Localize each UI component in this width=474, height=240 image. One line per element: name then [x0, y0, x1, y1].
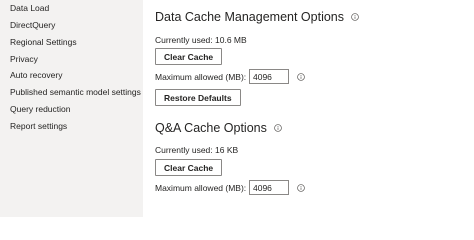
data-cache-clear-button[interactable]: Clear Cache — [155, 48, 223, 65]
sidebar-item-regional-settings[interactable]: Regional Settings — [10, 36, 77, 48]
sidebar-item-query-reduction[interactable]: Query reduction — [10, 103, 70, 115]
qa-cache-clear-button[interactable]: Clear Cache — [155, 159, 223, 176]
sidebar-item-directquery[interactable]: DirectQuery — [10, 19, 55, 31]
sidebar-item-privacy[interactable]: Privacy — [10, 53, 38, 65]
info-icon[interactable] — [297, 183, 305, 192]
data-cache-section-title: Data Cache Management Options — [155, 10, 359, 24]
qa-cache-title-text: Q&A Cache Options — [155, 121, 267, 135]
info-icon[interactable] — [297, 72, 305, 81]
data-cache-title-text: Data Cache Management Options — [155, 10, 344, 24]
qa-cache-currently-used: Currently used: 16 KB — [155, 145, 239, 155]
qa-cache-max-input[interactable] — [249, 180, 289, 195]
info-icon[interactable] — [274, 124, 282, 132]
info-icon[interactable] — [351, 13, 359, 21]
sidebar-item-data-load[interactable]: Data Load — [10, 2, 49, 14]
qa-cache-section-title: Q&A Cache Options — [155, 121, 282, 135]
sidebar-item-report-settings[interactable]: Report settings — [10, 120, 67, 132]
data-cache-currently-used: Currently used: 10.6 MB — [155, 35, 247, 45]
data-cache-max-row: Maximum allowed (MB): — [155, 69, 305, 84]
data-cache-max-label: Maximum allowed (MB): — [155, 71, 247, 82]
sidebar-item-auto-recovery[interactable]: Auto recovery — [10, 69, 62, 81]
data-cache-max-input[interactable] — [249, 69, 289, 84]
sidebar-item-published-semantic-model-settings[interactable]: Published semantic model settings — [10, 86, 141, 98]
qa-cache-max-row: Maximum allowed (MB): — [155, 180, 305, 195]
qa-cache-max-label: Maximum allowed (MB): — [155, 182, 247, 193]
restore-defaults-button[interactable]: Restore Defaults — [155, 89, 241, 106]
options-sidebar: Data Load DirectQuery Regional Settings … — [0, 0, 143, 217]
options-content: Data Cache Management Options Currently … — [143, 0, 474, 217]
